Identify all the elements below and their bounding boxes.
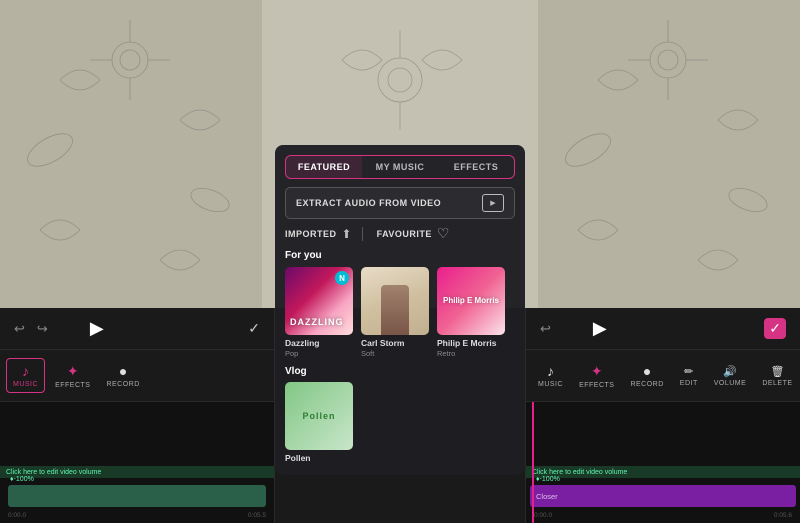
right-effects-button[interactable]: ✦ EFFECTS xyxy=(573,359,620,393)
filter-row: IMPORTED ⬆ FAVOURITE ♡ xyxy=(285,225,515,242)
right-playhead xyxy=(532,402,534,523)
left-video-track xyxy=(8,485,266,507)
left-click-edit-text: Click here to edit video volume xyxy=(6,469,101,476)
vlog-heading: Vlog xyxy=(285,366,515,377)
vlog-title-pollen: Pollen xyxy=(285,453,353,463)
left-effects-icon: ✦ xyxy=(67,363,79,380)
card-thumb-dazzling: DAZZLING N xyxy=(285,267,353,335)
card-genre-carl: Soft xyxy=(361,349,429,358)
card-title-dazzling: Dazzling xyxy=(285,338,353,348)
right-music-label: MUSIC xyxy=(538,381,563,388)
imported-label: IMPORTED xyxy=(285,229,337,239)
music-card-philip[interactable]: Philip E Morris Philip E Morris Retro xyxy=(437,267,505,358)
right-closer-track: Closer xyxy=(530,485,796,507)
right-play-button[interactable]: ▶ xyxy=(593,318,607,339)
left-music-label: MUSIC xyxy=(13,381,38,388)
right-panel: ↩ ▶ ✓ ♪ MUSIC ✦ EFFECTS ● RECORD ✏ EDIT xyxy=(525,308,800,523)
right-click-edit-text: Click here to edit video volume xyxy=(532,469,627,476)
new-badge: N xyxy=(335,271,349,285)
right-del-button[interactable]: 🗑 DELETE xyxy=(756,361,798,391)
right-effects-icon: ✦ xyxy=(591,363,603,380)
right-closer-label: Closer xyxy=(536,492,558,501)
heart-icon: ♡ xyxy=(437,225,450,242)
vlog-cards-row: Pollen Pollen xyxy=(285,382,515,463)
left-transport-row: ↩ ↪ ▶ ✓ xyxy=(0,308,274,350)
right-check-button[interactable]: ✓ xyxy=(764,318,786,339)
tab-effects[interactable]: EFFECTS xyxy=(438,156,514,178)
card-title-philip: Philip E Morris xyxy=(437,338,505,348)
card-title-carl: Carl Storm xyxy=(361,338,429,348)
left-play-button[interactable]: ▶ xyxy=(90,318,104,339)
philip-text: Philip E Morris xyxy=(443,296,499,306)
extract-audio-row[interactable]: EXTRACT AUDIO FROM VIDEO xyxy=(285,187,515,219)
card-genre-dazzling: Pop xyxy=(285,349,353,358)
right-music-button[interactable]: ♪ MUSIC xyxy=(532,359,569,392)
left-record-label: RECORD xyxy=(106,381,139,388)
video-right-panel xyxy=(538,0,800,310)
right-vol-icon: 🔊 xyxy=(723,365,737,378)
vlog-thumb-pollen: Pollen xyxy=(285,382,353,450)
card-thumb-carl xyxy=(361,267,429,335)
right-effects-label: EFFECTS xyxy=(579,382,614,389)
card-genre-philip: Retro xyxy=(437,349,505,358)
left-effects-button[interactable]: ✦ EFFECTS xyxy=(49,359,96,393)
music-card-dazzling[interactable]: DAZZLING N Dazzling Pop xyxy=(285,267,353,358)
right-toolbar: ♪ MUSIC ✦ EFFECTS ● RECORD ✏ EDIT 🔊 VOLU… xyxy=(526,350,800,402)
dazzling-text: DAZZLING xyxy=(290,317,344,327)
right-music-icon: ♪ xyxy=(547,363,554,379)
separator xyxy=(362,227,363,241)
right-record-icon: ● xyxy=(643,363,651,379)
left-record-icon: ● xyxy=(119,363,127,379)
right-transport-row: ↩ ▶ ✓ xyxy=(526,308,800,350)
right-vol-button[interactable]: 🔊 VOLUME xyxy=(708,361,753,391)
right-time-end: 0:05.6 xyxy=(774,512,792,519)
favourite-label: FAVOURITE xyxy=(377,229,432,239)
favourite-button[interactable]: FAVOURITE ♡ xyxy=(377,225,450,242)
pollen-thumb-text: Pollen xyxy=(302,411,335,421)
undo-button[interactable]: ↩ xyxy=(14,321,25,337)
for-you-heading: For you xyxy=(285,250,515,261)
left-volume-pct: ♦-100% xyxy=(10,476,34,483)
left-music-button[interactable]: ♪ MUSIC xyxy=(6,358,45,393)
left-time-start: 0:00.0 xyxy=(8,512,26,519)
music-card-carl[interactable]: Carl Storm Soft xyxy=(361,267,429,358)
carl-figure xyxy=(381,285,409,335)
left-click-edit-bar[interactable]: Click here to edit video volume xyxy=(0,466,274,478)
right-edit-button[interactable]: ✏ EDIT xyxy=(674,361,704,391)
right-record-label: RECORD xyxy=(630,381,663,388)
left-panel: ↩ ↪ ▶ ✓ ♪ MUSIC ✦ EFFECTS ● RECORD Click… xyxy=(0,308,275,523)
right-volume-pct: ♦-100% xyxy=(536,476,560,483)
left-toolbar: ♪ MUSIC ✦ EFFECTS ● RECORD xyxy=(0,350,274,402)
extract-play-icon[interactable] xyxy=(482,194,504,212)
left-music-icon: ♪ xyxy=(22,363,29,379)
left-time-end: 0:05.5 xyxy=(248,512,266,519)
right-timeline: Click here to edit video volume Closer ♦… xyxy=(526,402,800,523)
right-del-icon: 🗑 xyxy=(770,365,784,378)
imported-button[interactable]: IMPORTED ⬆ xyxy=(285,227,352,241)
right-record-button[interactable]: ● RECORD xyxy=(624,359,669,392)
video-left-panel xyxy=(0,0,262,310)
extract-audio-label: EXTRACT AUDIO FROM VIDEO xyxy=(296,198,441,208)
tab-my-music[interactable]: MY MUSIC xyxy=(362,156,438,178)
vlog-card-pollen[interactable]: Pollen Pollen xyxy=(285,382,353,463)
card-thumb-philip: Philip E Morris xyxy=(437,267,505,335)
left-timeline: Click here to edit video volume ♦-100% 0… xyxy=(0,402,274,523)
right-undo-button[interactable]: ↩ xyxy=(540,321,551,337)
redo-button[interactable]: ↪ xyxy=(37,321,48,337)
audio-tabs: FEATURED MY MUSIC EFFECTS xyxy=(285,155,515,179)
audio-panel: FEATURED MY MUSIC EFFECTS EXTRACT AUDIO … xyxy=(275,145,525,475)
music-cards-row: DAZZLING N Dazzling Pop Carl Storm Soft … xyxy=(285,267,515,358)
right-del-label: DELETE xyxy=(762,380,792,387)
right-edit-label: EDIT xyxy=(680,380,698,387)
tab-featured[interactable]: FEATURED xyxy=(286,156,362,178)
right-edit-icon: ✏ xyxy=(684,365,693,378)
left-record-button[interactable]: ● RECORD xyxy=(100,359,145,392)
left-check-button[interactable]: ✓ xyxy=(248,320,260,337)
left-effects-label: EFFECTS xyxy=(55,382,90,389)
import-icon: ⬆ xyxy=(342,227,352,241)
right-click-edit-bar[interactable]: Click here to edit video volume xyxy=(526,466,800,478)
right-vol-label: VOLUME xyxy=(714,380,747,387)
right-time-start: 0:00.0 xyxy=(534,512,552,519)
